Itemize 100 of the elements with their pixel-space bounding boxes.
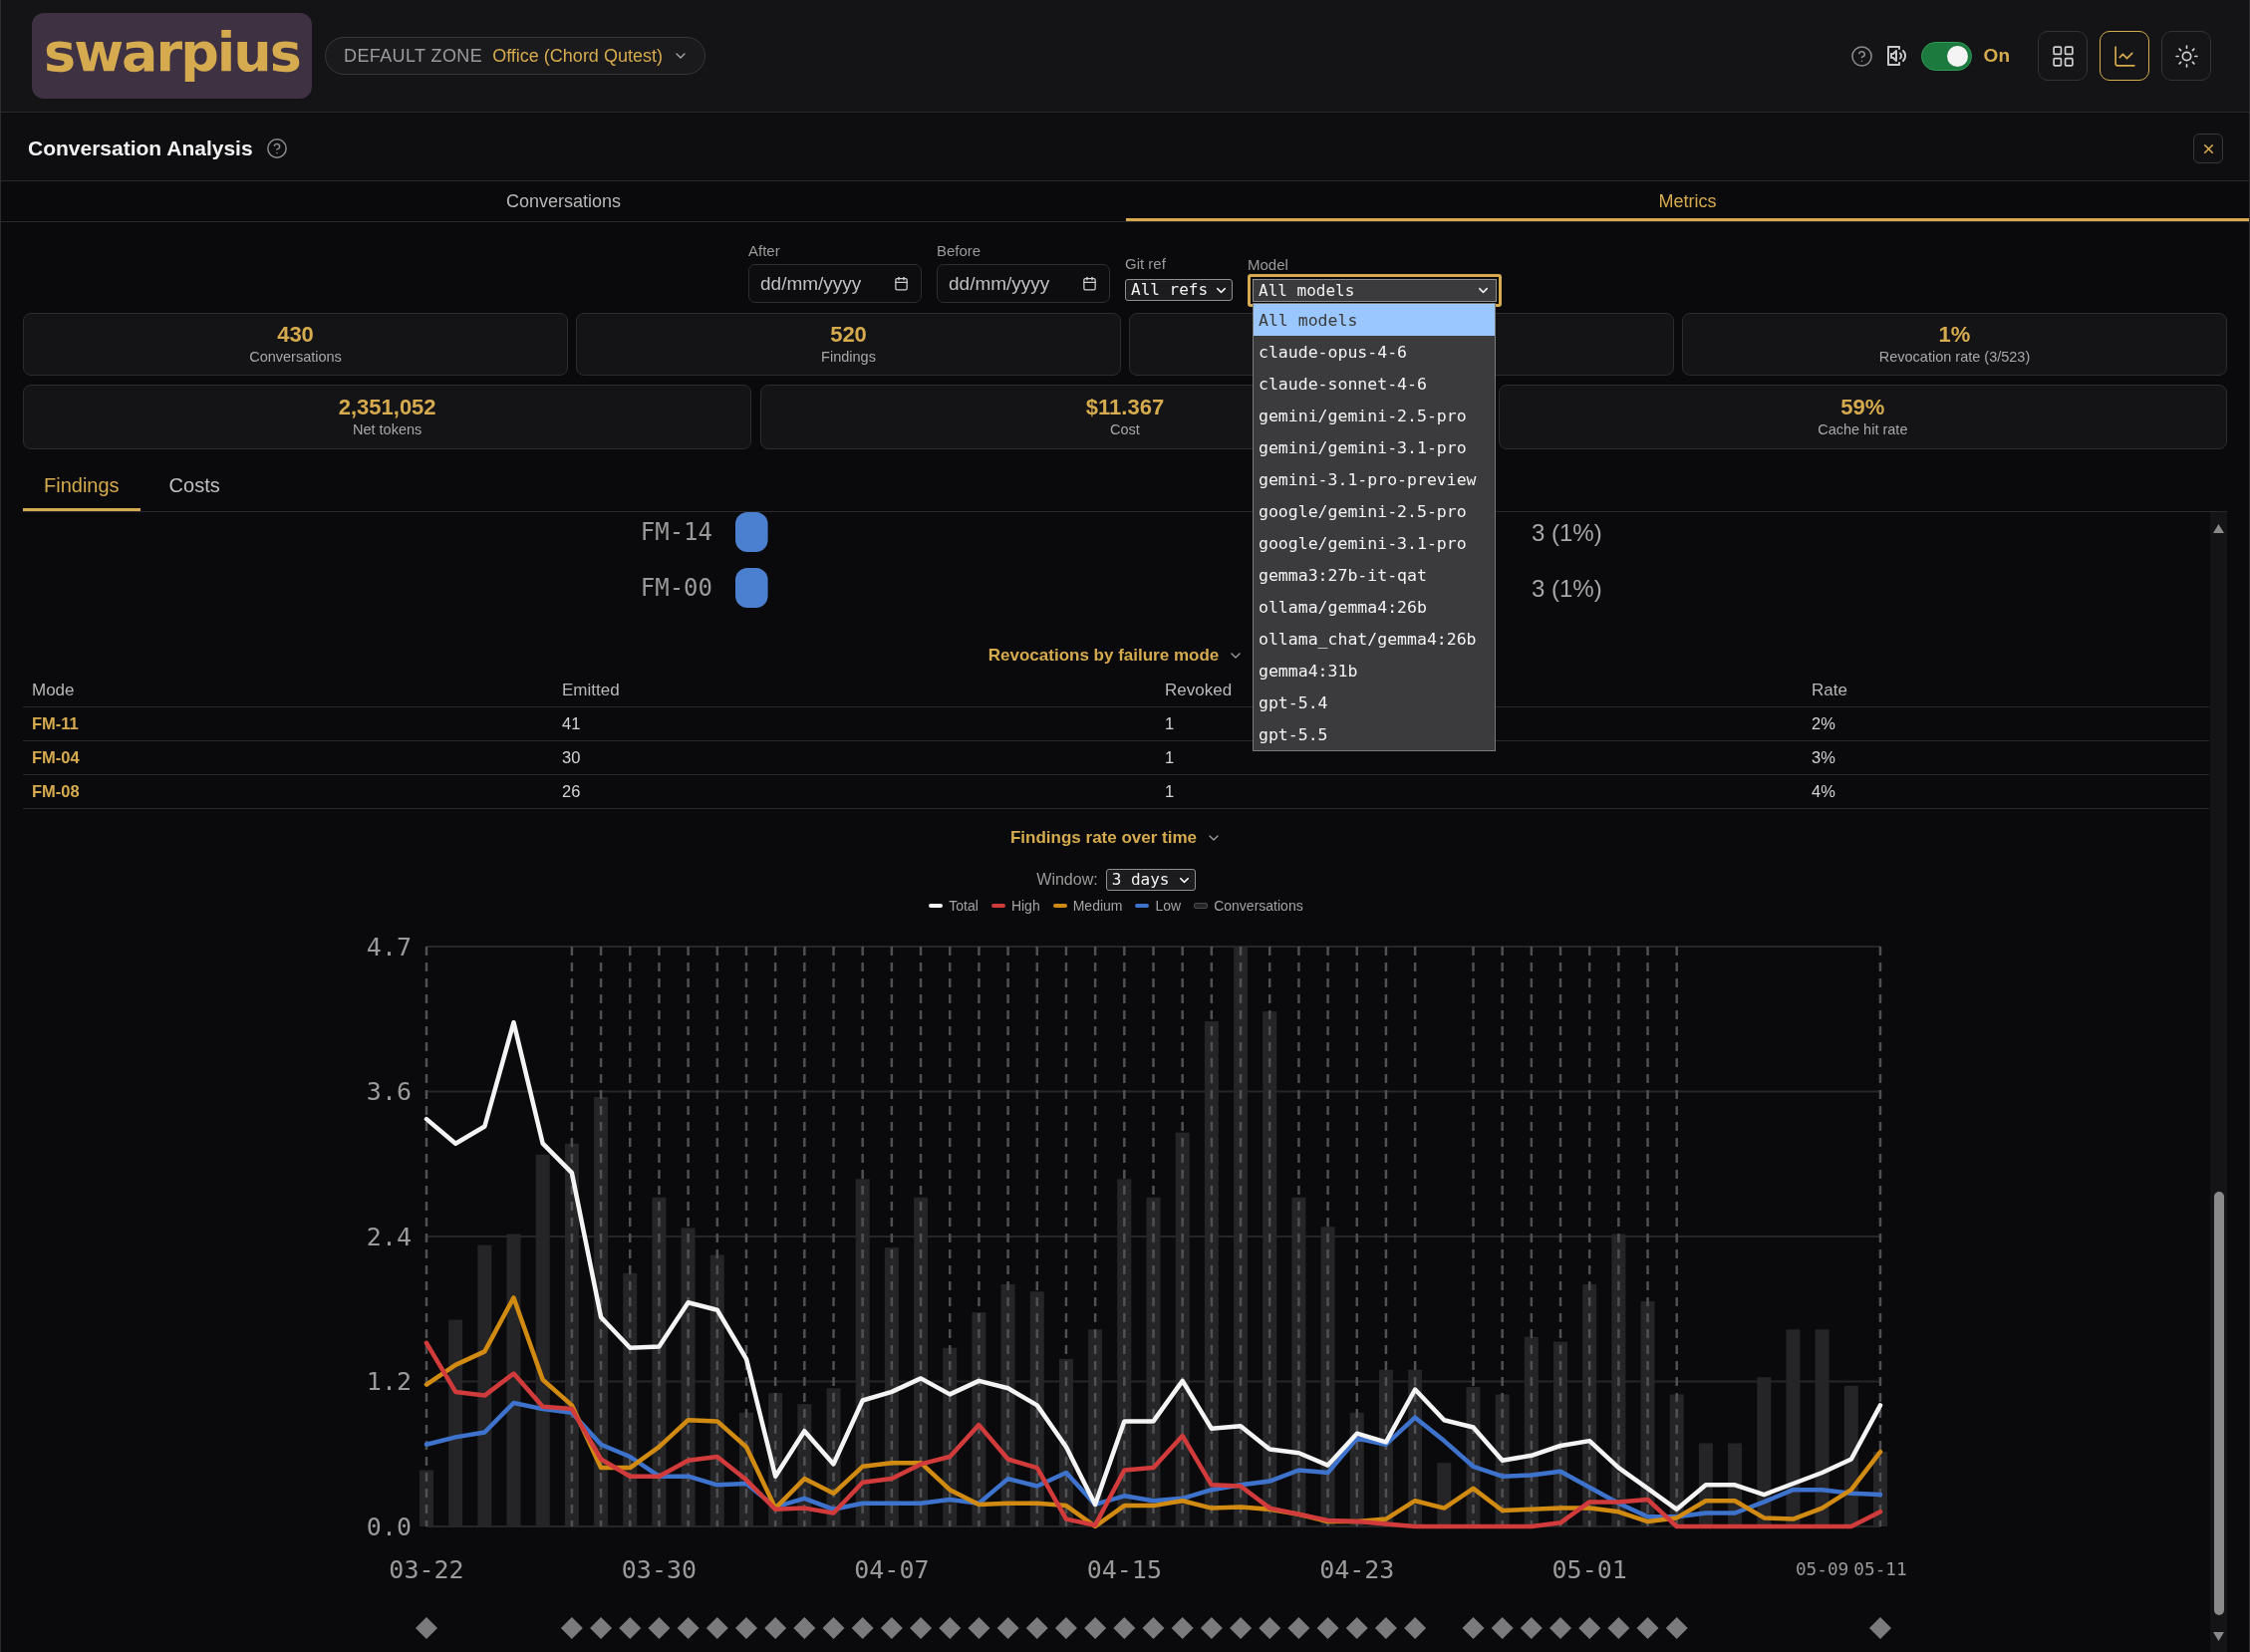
dropdown-option[interactable]: gemma3:27b-it-qat <box>1254 559 1495 591</box>
axis-label: 05-09 <box>1795 1559 1849 1579</box>
stat-label: Cache hit rate <box>1818 421 1908 438</box>
scrollbar-thumb[interactable] <box>2213 1192 2224 1615</box>
stat-value: $11.367 <box>1085 396 1165 419</box>
table-cell: 1 <box>1165 714 1175 733</box>
axis-label: 3.6 <box>366 1077 412 1106</box>
table-cell: FM-08 <box>32 782 80 801</box>
stat-label: Cost <box>1110 421 1140 438</box>
value-label: 3 (1%) <box>1532 518 1602 546</box>
legend-label: Conversations <box>1214 898 1303 914</box>
date-input[interactable]: dd/mm/yyyy <box>937 264 1110 303</box>
table-cell: 26 <box>562 782 581 801</box>
axis-label: 05-01 <box>1551 1554 1627 1584</box>
dropdown-option[interactable]: ollama/gemma4:26b <box>1254 591 1495 623</box>
tab[interactable]: Metrics <box>1126 181 2249 221</box>
stat-value: 1% <box>1938 323 1971 347</box>
stat-value: 430 <box>277 323 314 347</box>
chart-bar <box>735 568 768 608</box>
axis-label: 2.4 <box>366 1222 412 1251</box>
zone-selector[interactable]: DEFAULT ZONE Office (Chord Qutest) <box>325 37 705 75</box>
stat-label: Findings <box>821 349 876 366</box>
value-label: 3 (1%) <box>1532 574 1602 602</box>
field-label: Before <box>937 241 982 260</box>
legend-label: Total <box>949 898 979 914</box>
toggle-label: On <box>1983 45 2010 67</box>
field-label: After <box>748 241 780 260</box>
theme-button[interactable] <box>2161 31 2211 81</box>
table-cell: FM-11 <box>32 714 79 733</box>
dropdown-option[interactable]: gemma4:31b <box>1254 655 1495 687</box>
dropdown-option[interactable]: google/gemini-2.5-pro <box>1254 495 1495 527</box>
calendar-icon[interactable] <box>1082 276 1097 291</box>
tab[interactable]: Conversations <box>1 181 1126 221</box>
field-label: Model <box>1248 255 1288 274</box>
dropdown-option[interactable]: claude-opus-4-6 <box>1254 336 1495 368</box>
window-label: Window: <box>1036 871 1098 889</box>
stat-label: Conversations <box>249 349 342 366</box>
chart-view-button[interactable] <box>2100 31 2149 81</box>
legend-label: Low <box>1155 898 1182 914</box>
logo: swarpius <box>32 13 312 99</box>
stat-label: Net tokens <box>353 421 422 438</box>
table-cell: 4% <box>1812 782 1835 801</box>
grid-icon <box>2050 43 2076 69</box>
field-label: Git ref <box>1125 254 1166 273</box>
table-cell: FM-04 <box>32 748 80 767</box>
chart-bar <box>735 512 768 552</box>
toggle-switch[interactable] <box>1920 41 1972 71</box>
close-button[interactable] <box>2193 134 2223 163</box>
help-icon[interactable] <box>1849 44 1873 68</box>
axis-label: 04-23 <box>1319 1554 1395 1584</box>
stat-value: 520 <box>830 323 867 347</box>
dropdown-option[interactable]: claude-sonnet-4-6 <box>1254 368 1495 400</box>
legend-label: Medium <box>1072 898 1123 914</box>
bar-label: FM-14 <box>640 518 712 546</box>
speaker-icon[interactable] <box>1884 44 1909 68</box>
stat-value: 2,351,052 <box>338 396 436 419</box>
legend-label: High <box>1010 898 1040 914</box>
tab[interactable]: Findings <box>23 459 141 511</box>
caret-down-icon[interactable] <box>2213 1632 2224 1641</box>
caret-up-icon[interactable] <box>2213 524 2224 533</box>
dropdown-option[interactable]: gpt-5.4 <box>1254 687 1495 718</box>
dropdown-option[interactable]: All models <box>1254 304 1495 336</box>
dropdown-option[interactable]: gemini-3.1-pro-preview <box>1254 463 1495 495</box>
dropdown-option[interactable]: ollama_chat/gemma4:26b <box>1254 623 1495 655</box>
dropdown-option[interactable]: gemini/gemini-2.5-pro <box>1254 400 1495 431</box>
help-icon[interactable] <box>265 138 288 159</box>
table-cell: 1 <box>1165 748 1175 767</box>
table-cell: 2% <box>1812 714 1835 733</box>
dropdown-option[interactable]: google/gemini-3.1-pro <box>1254 527 1495 559</box>
grid-view-button[interactable] <box>2038 31 2088 81</box>
column-header: Emitted <box>562 681 620 700</box>
axis-label: 04-15 <box>1086 1554 1162 1584</box>
tab[interactable]: Costs <box>147 459 241 511</box>
column-header: Rate <box>1812 681 1847 700</box>
section-toggle[interactable]: Findings rate over time <box>1009 828 1222 848</box>
line-chart-icon <box>2111 43 2137 69</box>
calendar-icon[interactable] <box>894 276 909 291</box>
panel-title: Conversation Analysis <box>28 137 253 160</box>
dropdown-option[interactable]: gemini/gemini-3.1-pro <box>1254 431 1495 463</box>
column-header: Mode <box>32 681 75 700</box>
table-cell: 30 <box>562 748 581 767</box>
stat-value: 59% <box>1840 396 1885 419</box>
axis-label: 03-22 <box>389 1554 464 1584</box>
window-select[interactable]: 3 days <box>1105 869 1196 891</box>
axis-label: 1.2 <box>366 1367 412 1396</box>
git-ref-select[interactable]: All refs <box>1125 279 1233 301</box>
bar-label: FM-00 <box>640 574 712 602</box>
dropdown-option[interactable]: gpt-5.5 <box>1254 718 1495 750</box>
axis-label: 05-11 <box>1853 1559 1907 1579</box>
axis-label: 04-07 <box>854 1554 930 1584</box>
sun-icon <box>2173 43 2199 69</box>
axis-label: 0.0 <box>366 1512 412 1541</box>
stat-label: Revocation rate (3/523) <box>1878 349 2031 366</box>
axis-label: 03-30 <box>621 1554 698 1584</box>
column-header: Revoked <box>1165 681 1233 700</box>
scrollbar[interactable] <box>2210 512 2227 1652</box>
date-input[interactable]: dd/mm/yyyy <box>748 264 922 303</box>
table-cell: 3% <box>1812 748 1835 767</box>
table-cell: 41 <box>562 714 581 733</box>
section-toggle[interactable]: Revocations by failure mode <box>987 646 1245 666</box>
